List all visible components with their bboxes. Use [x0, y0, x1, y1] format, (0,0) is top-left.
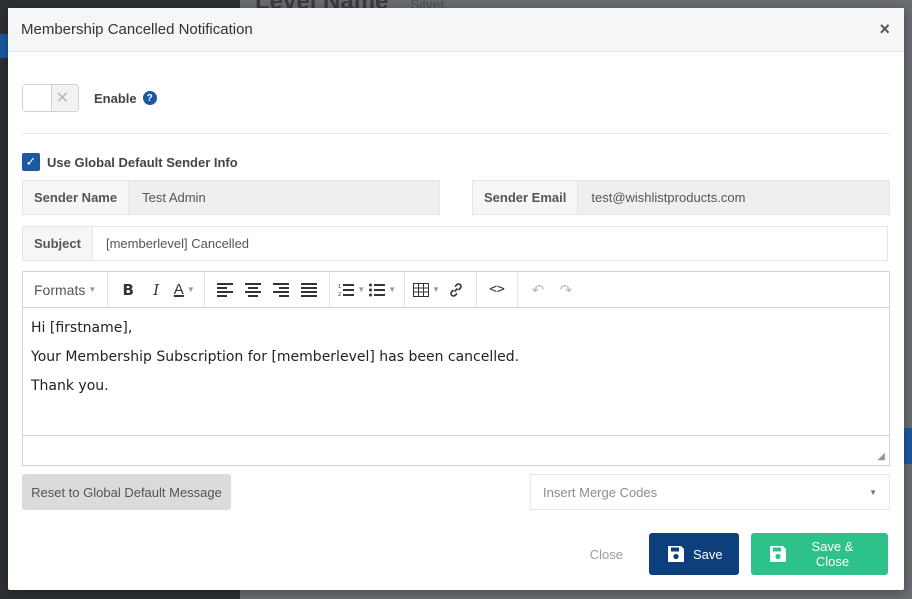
text-color-icon[interactable]: A ▼	[172, 276, 196, 304]
notification-modal: Membership Cancelled Notification × ✕ En…	[8, 8, 904, 590]
divider	[22, 133, 890, 134]
subject-field[interactable]: [memberlevel] Cancelled	[92, 227, 887, 260]
table-icon[interactable]: ▼	[413, 276, 440, 304]
use-global-label: Use Global Default Sender Info	[47, 154, 238, 170]
merge-codes-placeholder: Insert Merge Codes	[543, 484, 658, 500]
use-global-checkbox[interactable]: ✓	[22, 153, 40, 171]
formats-group: Formats ▼	[23, 272, 109, 307]
svg-text:1: 1	[338, 284, 341, 290]
align-justify-icon[interactable]	[297, 276, 321, 304]
merge-codes-select[interactable]: Insert Merge Codes ▼	[530, 474, 890, 510]
align-right-icon[interactable]	[269, 276, 293, 304]
italic-icon[interactable]: I	[144, 276, 168, 304]
resize-handle-icon[interactable]: ◢	[877, 451, 885, 462]
save-label: Save	[693, 546, 723, 562]
sender-name-field[interactable]: Test Admin	[129, 181, 439, 214]
reset-default-button[interactable]: Reset to Global Default Message	[22, 474, 231, 510]
enable-row: ✕ Enable ?	[22, 70, 890, 126]
formats-label: Formats	[34, 281, 86, 298]
use-global-row: ✓ Use Global Default Sender Info	[22, 152, 890, 172]
editor-line: Thank you.	[31, 378, 109, 394]
align-group	[205, 272, 331, 307]
background-edge-right	[904, 428, 912, 464]
editor-content[interactable]: Hi [firstname], Your Membership Subscrip…	[23, 308, 889, 436]
save-button[interactable]: Save	[649, 533, 739, 575]
toggle-knob	[23, 85, 52, 111]
bullet-list-icon[interactable]: ▼	[369, 276, 396, 304]
modal-header: Membership Cancelled Notification ×	[8, 8, 904, 52]
help-icon[interactable]: ?	[142, 91, 157, 105]
list-group: 1 2 ▼ ▼	[330, 272, 406, 307]
toggle-off-icon: ✕	[55, 90, 69, 107]
chevron-down-icon: ▼	[186, 285, 195, 294]
redo-icon[interactable]: ↷	[554, 276, 578, 304]
floppy-disk-icon	[769, 545, 787, 563]
sender-name-label: Sender Name	[23, 181, 130, 214]
sender-name-group: Sender Name Test Admin	[22, 180, 440, 215]
close-button[interactable]: Close	[590, 547, 623, 562]
align-left-icon[interactable]	[213, 276, 237, 304]
bold-icon[interactable]: B	[116, 276, 140, 304]
numbered-list-icon[interactable]: 1 2 ▼	[338, 276, 365, 304]
save-and-close-button[interactable]: Save & Close	[751, 533, 888, 575]
editor-toolbar: Formats ▼ B I A ▼ 1 2 ▼ ▼ ▼ <> ↶ ↷	[23, 272, 889, 308]
editor-statusbar: ◢	[23, 436, 889, 465]
sender-email-group: Sender Email test@wishlistproducts.com	[472, 180, 890, 215]
chevron-down-icon: ▼	[432, 285, 441, 294]
subject-group: Subject [memberlevel] Cancelled	[22, 226, 888, 261]
subject-label: Subject	[23, 227, 93, 260]
editor-line: Your Membership Subscription for [member…	[31, 349, 520, 365]
save-close-label: Save & Close	[811, 539, 854, 569]
enable-toggle[interactable]: ✕	[22, 84, 79, 112]
sender-email-label: Sender Email	[473, 181, 579, 214]
subject-row: Subject [memberlevel] Cancelled	[22, 226, 890, 261]
close-icon[interactable]: ×	[879, 19, 890, 40]
code-icon[interactable]: <>	[485, 276, 509, 304]
actions-row: Reset to Global Default Message Insert M…	[22, 474, 890, 510]
rich-text-editor: Formats ▼ B I A ▼ 1 2 ▼ ▼ ▼ <> ↶ ↷ Hi [f…	[22, 271, 890, 466]
align-center-icon[interactable]	[241, 276, 265, 304]
editor-line: Hi [firstname],	[31, 320, 133, 336]
link-icon[interactable]	[444, 276, 468, 304]
svg-text:2: 2	[338, 292, 341, 297]
formats-dropdown[interactable]: Formats ▼	[31, 276, 99, 304]
history-group: ↶ ↷	[518, 272, 586, 307]
undo-icon[interactable]: ↶	[526, 276, 550, 304]
sender-row: Sender Name Test Admin Sender Email test…	[22, 180, 890, 215]
enable-label: Enable	[94, 90, 137, 106]
floppy-disk-icon	[667, 545, 685, 563]
modal-body: ✕ Enable ? ✓ Use Global Default Sender I…	[8, 70, 904, 510]
sender-email-field[interactable]: test@wishlistproducts.com	[578, 181, 889, 214]
chevron-down-icon: ▼	[869, 487, 877, 497]
modal-title: Membership Cancelled Notification	[21, 21, 253, 38]
chevron-down-icon: ▼	[388, 285, 397, 294]
background-edge-left	[0, 34, 8, 58]
modal-footer: Close Save Save & Close	[8, 533, 904, 575]
code-group: <>	[477, 272, 519, 307]
chevron-down-icon: ▼	[88, 285, 97, 294]
text-style-group: B I A ▼	[108, 272, 206, 307]
insert-group: ▼	[405, 272, 478, 307]
chevron-down-icon: ▼	[357, 285, 366, 294]
